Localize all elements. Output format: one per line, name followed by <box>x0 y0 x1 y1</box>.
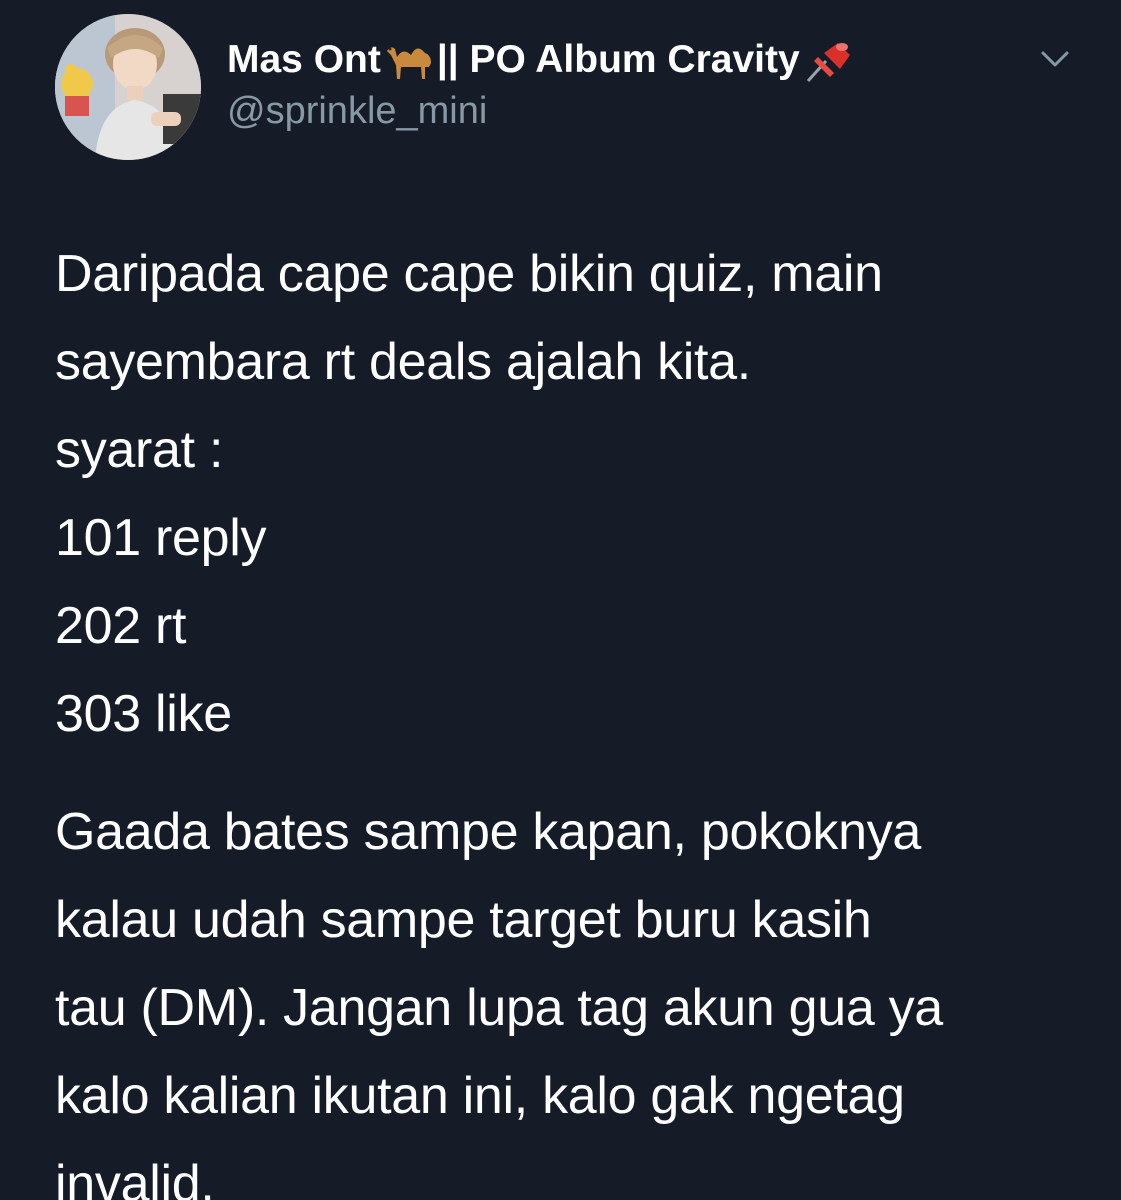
tweet-text-line: Gaada bates sampe kapan, pokoknya <box>55 803 922 861</box>
tweet-menu-button[interactable] <box>1037 44 1073 74</box>
pushpin-emoji-icon <box>800 37 856 83</box>
tweet-text-line: kalau udah sampe target buru kasih <box>55 891 872 949</box>
display-name-suffix: || PO Album Cravity <box>436 38 800 81</box>
tweet-header: Mas Ont || PO Album Cravity @sprinkle_mi… <box>227 36 1041 135</box>
tweet-text-line: Daripada cape cape bikin quiz, main <box>55 245 883 303</box>
tweet-text-line: 202 rt <box>55 597 187 655</box>
tweet-text-line: 101 reply <box>55 509 267 567</box>
tweet-text: Daripada cape cape bikin quiz, main saye… <box>55 230 1085 1200</box>
tweet-text-line: invalid. <box>55 1155 215 1200</box>
tweet-text-line: syarat : <box>55 421 224 479</box>
tweet-text-line: kalo kalian ikutan ini, kalo gak ngetag <box>55 1067 905 1125</box>
avatar-photo <box>55 14 201 160</box>
tweet-text-line: tau (DM). Jangan lupa tag akun gua ya <box>55 979 943 1037</box>
tweet-text-line: sayembara rt deals ajalah kita. <box>55 333 751 391</box>
user-handle[interactable]: @sprinkle_mini <box>227 87 1041 135</box>
camel-emoji-icon <box>381 37 437 83</box>
tweet-card: Mas Ont || PO Album Cravity @sprinkle_mi… <box>0 0 1121 1200</box>
avatar[interactable] <box>55 14 201 160</box>
display-name-text: Mas Ont <box>227 38 381 81</box>
display-name[interactable]: Mas Ont || PO Album Cravity <box>227 36 1041 84</box>
chevron-down-icon <box>1041 51 1069 67</box>
tweet-text-line: 303 like <box>55 685 232 743</box>
